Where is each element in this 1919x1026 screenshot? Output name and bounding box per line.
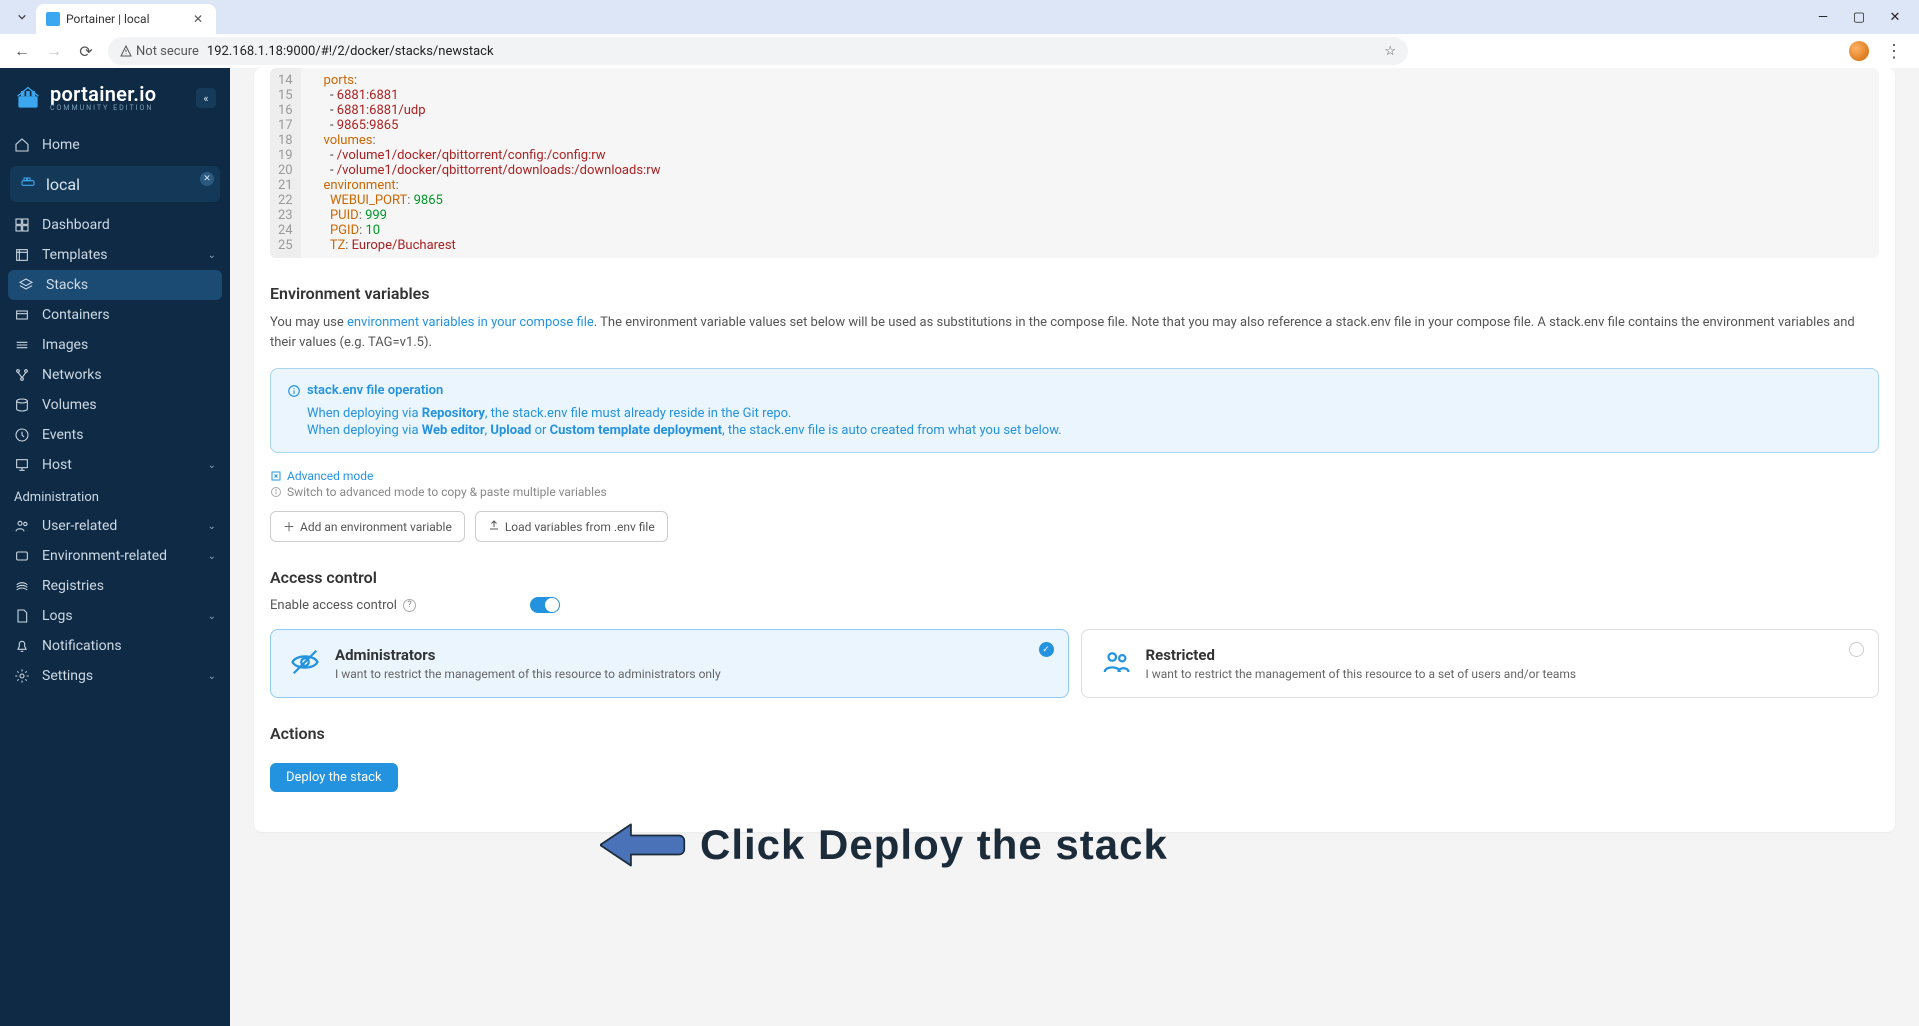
profile-avatar[interactable] bbox=[1849, 41, 1869, 61]
sidebar-item-events[interactable]: Events bbox=[0, 420, 230, 450]
url-input[interactable]: Not secure 192.168.1.18:9000/#!/2/docker… bbox=[108, 37, 1408, 65]
sidebar-item-dashboard[interactable]: Dashboard bbox=[0, 210, 230, 240]
yaml-editor[interactable]: 141516171819202122232425 ports: - 6881:6… bbox=[270, 68, 1879, 258]
admin-section-header: Administration bbox=[0, 480, 230, 511]
volumes-icon bbox=[14, 397, 30, 413]
env-vars-description: You may use environment variables in you… bbox=[270, 313, 1879, 352]
enable-access-control-label: Enable access control bbox=[270, 598, 397, 613]
sidebar-item-notifications[interactable]: Notifications bbox=[0, 631, 230, 661]
environment-name: local bbox=[46, 175, 80, 194]
tab-bar: Portainer | local ✕ — ▢ ✕ bbox=[0, 0, 1919, 34]
sidebar-collapse-button[interactable]: « bbox=[196, 88, 216, 108]
stack-form-card: 141516171819202122232425 ports: - 6881:6… bbox=[254, 68, 1895, 832]
gear-icon bbox=[14, 668, 30, 684]
tab-dropdown-icon[interactable] bbox=[12, 7, 32, 27]
containers-icon bbox=[14, 307, 30, 323]
window-controls: — ▢ ✕ bbox=[1815, 10, 1919, 25]
favicon-icon bbox=[46, 12, 60, 26]
tab-title: Portainer | local bbox=[66, 12, 150, 26]
environment-close-icon[interactable]: ✕ bbox=[200, 172, 214, 186]
sidebar-item-templates[interactable]: Templates⌄ bbox=[0, 240, 230, 270]
not-secure-badge: Not secure bbox=[120, 44, 199, 59]
plus-icon: ＋ bbox=[283, 518, 295, 535]
env-vars-docs-link[interactable]: environment variables in your compose fi… bbox=[347, 315, 594, 330]
forward-icon[interactable]: → bbox=[44, 41, 64, 61]
chevron-down-icon: ⌄ bbox=[208, 521, 216, 532]
chevron-down-icon: ⌄ bbox=[208, 611, 216, 622]
window-maximize-icon[interactable]: ▢ bbox=[1851, 10, 1867, 25]
stacks-icon bbox=[18, 277, 34, 293]
app-root: portainer.io COMMUNITY EDITION « Home lo… bbox=[0, 68, 1919, 1026]
editor-lines[interactable]: ports: - 6881:6881 - 6881:6881/udp - 986… bbox=[301, 68, 1879, 258]
help-icon[interactable]: ? bbox=[403, 599, 416, 612]
dashboard-icon bbox=[14, 217, 30, 233]
sidebar: portainer.io COMMUNITY EDITION « Home lo… bbox=[0, 68, 230, 1026]
url-text: 192.168.1.18:9000/#!/2/docker/stacks/new… bbox=[207, 44, 494, 59]
load-env-file-button[interactable]: Load variables from .env file bbox=[475, 511, 668, 542]
enable-access-control-toggle[interactable] bbox=[530, 597, 560, 613]
browser-chrome: Portainer | local ✕ — ▢ ✕ ← → ⟳ Not secu… bbox=[0, 0, 1919, 68]
sidebar-item-host[interactable]: Host⌄ bbox=[0, 450, 230, 480]
docker-icon bbox=[20, 174, 36, 194]
users-icon bbox=[14, 518, 30, 534]
access-control-title: Access control bbox=[270, 568, 1879, 587]
check-icon: ✓ bbox=[1039, 642, 1054, 657]
info-icon bbox=[287, 384, 301, 398]
registries-icon bbox=[14, 578, 30, 594]
sidebar-item-env-related[interactable]: Environment-related⌄ bbox=[0, 541, 230, 571]
stack-env-info-panel: stack.env file operation When deploying … bbox=[270, 368, 1879, 453]
logs-icon bbox=[14, 608, 30, 624]
sidebar-item-home[interactable]: Home bbox=[0, 130, 230, 160]
browser-tab[interactable]: Portainer | local ✕ bbox=[36, 4, 216, 34]
host-icon bbox=[14, 457, 30, 473]
chevron-down-icon: ⌄ bbox=[208, 671, 216, 682]
eye-off-icon bbox=[289, 646, 321, 678]
main-content: 141516171819202122232425 ports: - 6881:6… bbox=[230, 68, 1919, 1026]
sidebar-item-logs[interactable]: Logs⌄ bbox=[0, 601, 230, 631]
sidebar-item-networks[interactable]: Networks bbox=[0, 360, 230, 390]
env-vars-title: Environment variables bbox=[270, 284, 1879, 303]
radio-unselected-icon bbox=[1849, 642, 1864, 657]
bookmark-icon[interactable]: ☆ bbox=[1384, 44, 1396, 59]
advanced-mode-link[interactable]: Advanced mode bbox=[270, 469, 1879, 483]
actions-title: Actions bbox=[270, 724, 1879, 743]
portainer-logo-icon bbox=[14, 84, 42, 112]
sidebar-item-images[interactable]: Images bbox=[0, 330, 230, 360]
templates-icon bbox=[14, 247, 30, 263]
chevron-down-icon: ⌄ bbox=[208, 460, 216, 471]
back-icon[interactable]: ← bbox=[12, 41, 32, 61]
reload-icon[interactable]: ⟳ bbox=[76, 41, 96, 61]
access-option-restricted[interactable]: RestrictedI want to restrict the managem… bbox=[1081, 629, 1880, 698]
sidebar-item-stacks[interactable]: Stacks bbox=[8, 270, 222, 300]
kebab-menu-icon[interactable]: ⋮ bbox=[1881, 41, 1907, 62]
bell-icon bbox=[14, 638, 30, 654]
images-icon bbox=[14, 337, 30, 353]
home-icon bbox=[14, 137, 30, 153]
networks-icon bbox=[14, 367, 30, 383]
window-minimize-icon[interactable]: — bbox=[1815, 10, 1831, 25]
tab-close-icon[interactable]: ✕ bbox=[190, 12, 206, 26]
chevron-down-icon: ⌄ bbox=[208, 250, 216, 261]
access-option-administrators[interactable]: AdministratorsI want to restrict the man… bbox=[270, 629, 1069, 698]
advanced-mode-hint: Switch to advanced mode to copy & paste … bbox=[270, 485, 1879, 499]
sidebar-item-registries[interactable]: Registries bbox=[0, 571, 230, 601]
logo: portainer.io COMMUNITY EDITION « bbox=[0, 78, 230, 130]
sidebar-item-settings[interactable]: Settings⌄ bbox=[0, 661, 230, 691]
sidebar-item-containers[interactable]: Containers bbox=[0, 300, 230, 330]
add-env-var-button[interactable]: ＋Add an environment variable bbox=[270, 511, 465, 542]
deploy-stack-button[interactable]: Deploy the stack bbox=[270, 763, 398, 792]
sidebar-item-user-related[interactable]: User-related⌄ bbox=[0, 511, 230, 541]
events-icon bbox=[14, 427, 30, 443]
editor-gutter: 141516171819202122232425 bbox=[270, 68, 301, 258]
environment-selector[interactable]: local ✕ bbox=[10, 166, 220, 202]
sidebar-item-volumes[interactable]: Volumes bbox=[0, 390, 230, 420]
env-icon bbox=[14, 548, 30, 564]
address-bar: ← → ⟳ Not secure 192.168.1.18:9000/#!/2/… bbox=[0, 34, 1919, 68]
window-close-icon[interactable]: ✕ bbox=[1887, 10, 1903, 25]
upload-icon bbox=[488, 519, 500, 534]
chevron-down-icon: ⌄ bbox=[208, 551, 216, 562]
info-icon bbox=[270, 486, 282, 498]
users-group-icon bbox=[1100, 646, 1132, 678]
